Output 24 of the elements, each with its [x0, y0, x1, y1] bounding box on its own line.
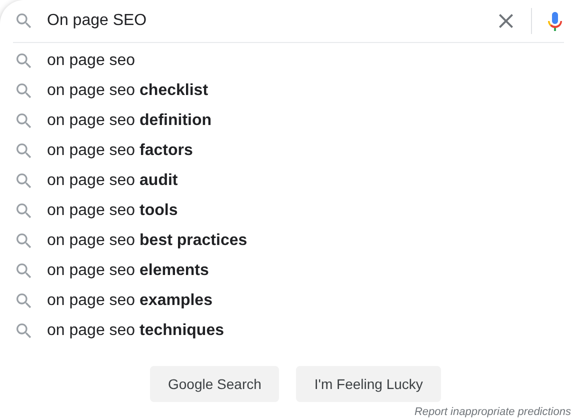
suggestion-item[interactable]: on page seo definition — [47, 112, 212, 130]
report-link[interactable]: Report inappropriate predictions — [414, 406, 571, 418]
suggestion-item[interactable]: on page seo audit — [47, 172, 178, 190]
suggestion-item[interactable]: on page seo elements — [47, 262, 209, 280]
search-button[interactable]: I'm Feeling Lucky — [296, 366, 441, 402]
search-icon — [14, 231, 34, 251]
suggestion-item[interactable]: on page seo tools — [47, 202, 178, 220]
search-icon — [14, 141, 34, 161]
search-button[interactable]: Google Search — [150, 366, 280, 402]
suggestion-item[interactable]: on page seo best practices — [47, 232, 248, 250]
search-icon — [14, 51, 34, 71]
suggestion-item[interactable]: on page seo examples — [47, 292, 212, 310]
search-icon — [14, 11, 34, 31]
search-icon — [14, 81, 34, 101]
suggestion-item[interactable]: on page seo checklist — [47, 82, 208, 100]
search-icon — [14, 261, 34, 281]
search-icon — [14, 321, 34, 341]
search-icon — [14, 291, 34, 311]
suggestion-item[interactable]: on page seo — [47, 52, 136, 70]
search-icon — [14, 201, 34, 221]
search-icon — [14, 111, 34, 131]
suggestion-item[interactable]: on page seo techniques — [47, 322, 224, 340]
suggestion-item[interactable]: on page seo factors — [47, 142, 193, 160]
search-icon — [14, 171, 34, 191]
